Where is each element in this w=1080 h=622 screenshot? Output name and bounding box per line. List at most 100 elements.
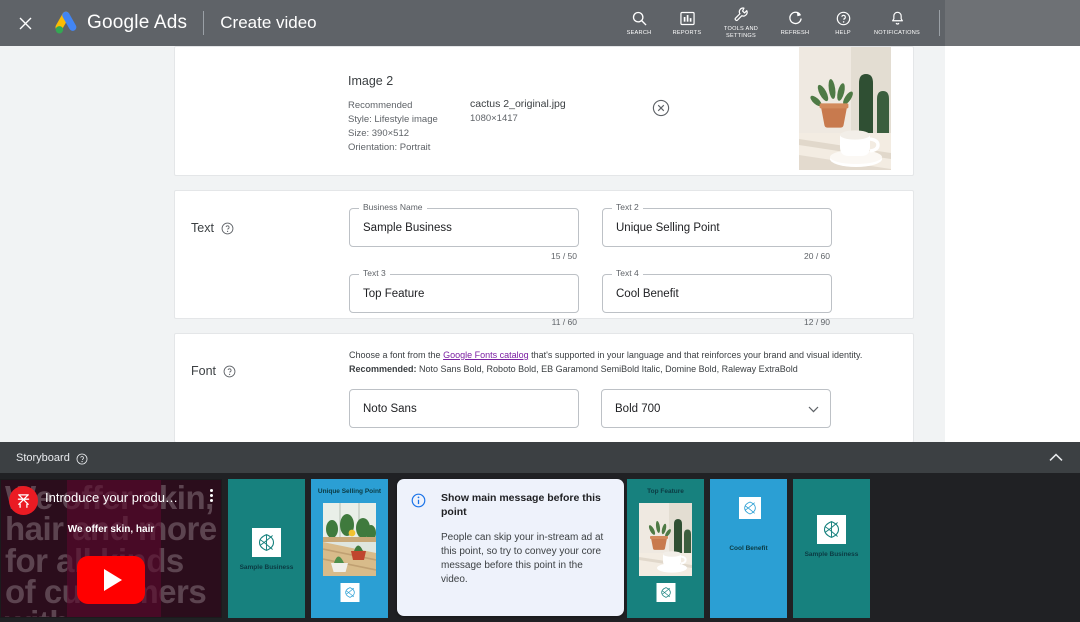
video-preview[interactable]: We offer skin, hair and more for all kin… (0, 479, 222, 618)
text2-counter: 20 / 60 (602, 251, 832, 261)
text2-label: Text 2 (612, 203, 643, 212)
text3-input[interactable]: Text 3 Top Feature (349, 274, 579, 313)
font-inputs-row: Noto Sans Bold 700 (349, 389, 831, 428)
text2-input[interactable]: Text 2 Unique Selling Point (602, 208, 832, 247)
close-icon (19, 17, 32, 30)
text3-counter: 11 / 60 (349, 317, 579, 327)
frame5-caption: Sample Business (793, 551, 870, 558)
info-tooltip-card: Show main message before this point Peop… (397, 479, 624, 616)
storyboard-frame-2[interactable]: Unique Selling Point (311, 479, 388, 618)
director-chair-icon (15, 492, 32, 509)
toolbar-search-label: SEARCH (627, 30, 652, 37)
brand-name: Google Ads (87, 12, 187, 34)
toolbar-tools-settings-button[interactable]: TOOLS AND SETTINGS (711, 0, 771, 46)
toolbar-notifications-label: NOTIFICATIONS (874, 30, 920, 37)
avatar (9, 486, 38, 515)
font-recommended-label: Recommended: (349, 364, 417, 374)
tools-and-settings-icon (734, 6, 749, 23)
business-name-label: Business Name (359, 203, 427, 212)
business-name-field-wrap: Business Name Sample Business 15 / 50 (349, 208, 579, 261)
storyboard-help-icon[interactable] (76, 452, 88, 464)
storyboard-frame-4[interactable]: Cool Benefit (710, 479, 787, 618)
frame4-logo (739, 497, 761, 519)
storyboard-body: We offer skin, hair and more for all kin… (0, 473, 1080, 622)
toolbar-reports-button[interactable]: REPORTS (663, 0, 711, 46)
toolbar-search-button[interactable]: SEARCH (615, 0, 663, 46)
font-section-label: Font (191, 364, 216, 378)
search-icon (632, 10, 647, 27)
window-plants-photo (323, 503, 376, 576)
toolbar-notifications-button[interactable]: NOTIFICATIONS (867, 0, 927, 46)
video-subtitle: We offer skin, hair (1, 524, 221, 535)
font-name-value: Noto Sans (350, 403, 417, 415)
google-ads-logo-icon (53, 11, 79, 35)
text4-counter: 12 / 90 (602, 317, 832, 327)
text4-label: Text 4 (612, 269, 643, 278)
topbar-right-region (945, 0, 1080, 46)
toolbar-refresh-button[interactable]: REFRESH (771, 0, 819, 46)
storyboard-frame-5[interactable]: Sample Business (793, 479, 870, 618)
text4-value: Cool Benefit (616, 288, 679, 300)
frame2-photo (323, 503, 376, 576)
font-name-input[interactable]: Noto Sans (349, 389, 579, 428)
toolbar-tools-settings-label: TOOLS AND SETTINGS (711, 26, 771, 40)
google-fonts-catalog-link[interactable]: Google Fonts catalog (443, 350, 529, 360)
business-name-input[interactable]: Business Name Sample Business (349, 208, 579, 247)
close-button[interactable] (13, 11, 37, 35)
storyboard-collapse-button[interactable] (1046, 448, 1066, 468)
remove-circle-icon (652, 99, 670, 117)
settings-column: Image 2 Recommended Style: Lifestyle ima… (174, 46, 914, 457)
font-description: Choose a font from the Google Fonts cata… (349, 349, 909, 377)
image-filename: cactus 2_original.jpg (470, 98, 566, 110)
youtube-play-icon[interactable] (77, 556, 145, 604)
storyboard-frame-1[interactable]: Sample Business (228, 479, 305, 618)
image-dimensions: 1080×1417 (470, 113, 518, 124)
text-fields-grid: Business Name Sample Business 15 / 50 Te… (349, 208, 879, 340)
frame1-caption: Sample Business (228, 564, 305, 571)
image-specs: Recommended Style: Lifestyle image Size:… (348, 99, 438, 155)
frame4-caption: Cool Benefit (710, 545, 787, 552)
toolbar-refresh-label: REFRESH (781, 30, 809, 37)
top-app-bar: Google Ads Create video SEARCH (0, 0, 1080, 46)
font-settings-card: Font Choose a font from the Google Fonts… (174, 333, 914, 443)
kebab-menu-icon[interactable] (210, 489, 213, 502)
storyboard-frame-3[interactable]: Top Feature (627, 479, 704, 618)
font-desc-after: that's supported in your language and th… (529, 350, 863, 360)
font-help-icon[interactable] (223, 365, 236, 378)
text-section-label-group: Text (191, 221, 234, 235)
business-logo-icon (343, 586, 356, 599)
image-asset-card: Image 2 Recommended Style: Lifestyle ima… (174, 46, 914, 176)
storyboard-header: Storyboard (0, 442, 1080, 473)
toolbar-help-button[interactable]: HELP (819, 0, 867, 46)
info-card-heading: Show main message before this point (441, 492, 610, 520)
business-logo-icon (256, 532, 277, 553)
text3-field-wrap: Text 3 Top Feature 11 / 60 (349, 274, 579, 327)
font-recommended-list: Noto Sans Bold, Roboto Bold, EB Garamond… (417, 364, 798, 374)
frame3-title: Top Feature (627, 488, 704, 496)
frame5-logo (817, 515, 846, 544)
toolbar-reports-label: REPORTS (673, 30, 702, 37)
page-title: Create video (220, 13, 316, 33)
business-logo-icon (742, 500, 758, 516)
frame3-photo (639, 503, 692, 576)
frame1-logo (252, 528, 281, 557)
image-card-title: Image 2 (348, 74, 438, 88)
info-circle-icon (411, 493, 426, 513)
font-weight-value: Bold 700 (602, 403, 660, 415)
font-weight-select[interactable]: Bold 700 (601, 389, 831, 428)
image-thumbnail (799, 47, 891, 170)
remove-image-button[interactable] (652, 99, 670, 117)
text-help-icon[interactable] (221, 222, 234, 235)
toolbar-help-label: HELP (835, 30, 851, 37)
brand-block: Google Ads Create video (53, 11, 317, 35)
refresh-icon (788, 10, 803, 27)
text2-value: Unique Selling Point (616, 222, 720, 234)
video-title: Introduce your produ… (45, 490, 178, 505)
business-logo-icon (659, 586, 672, 599)
info-card-body: People can skip your in-stream ad at thi… (441, 531, 610, 588)
text4-input[interactable]: Text 4 Cool Benefit (602, 274, 832, 313)
business-name-value: Sample Business (363, 222, 452, 234)
storyboard-title: Storyboard (16, 452, 70, 464)
frame2-title: Unique Selling Point (311, 488, 388, 496)
page-body: Image 2 Recommended Style: Lifestyle ima… (0, 46, 1080, 442)
